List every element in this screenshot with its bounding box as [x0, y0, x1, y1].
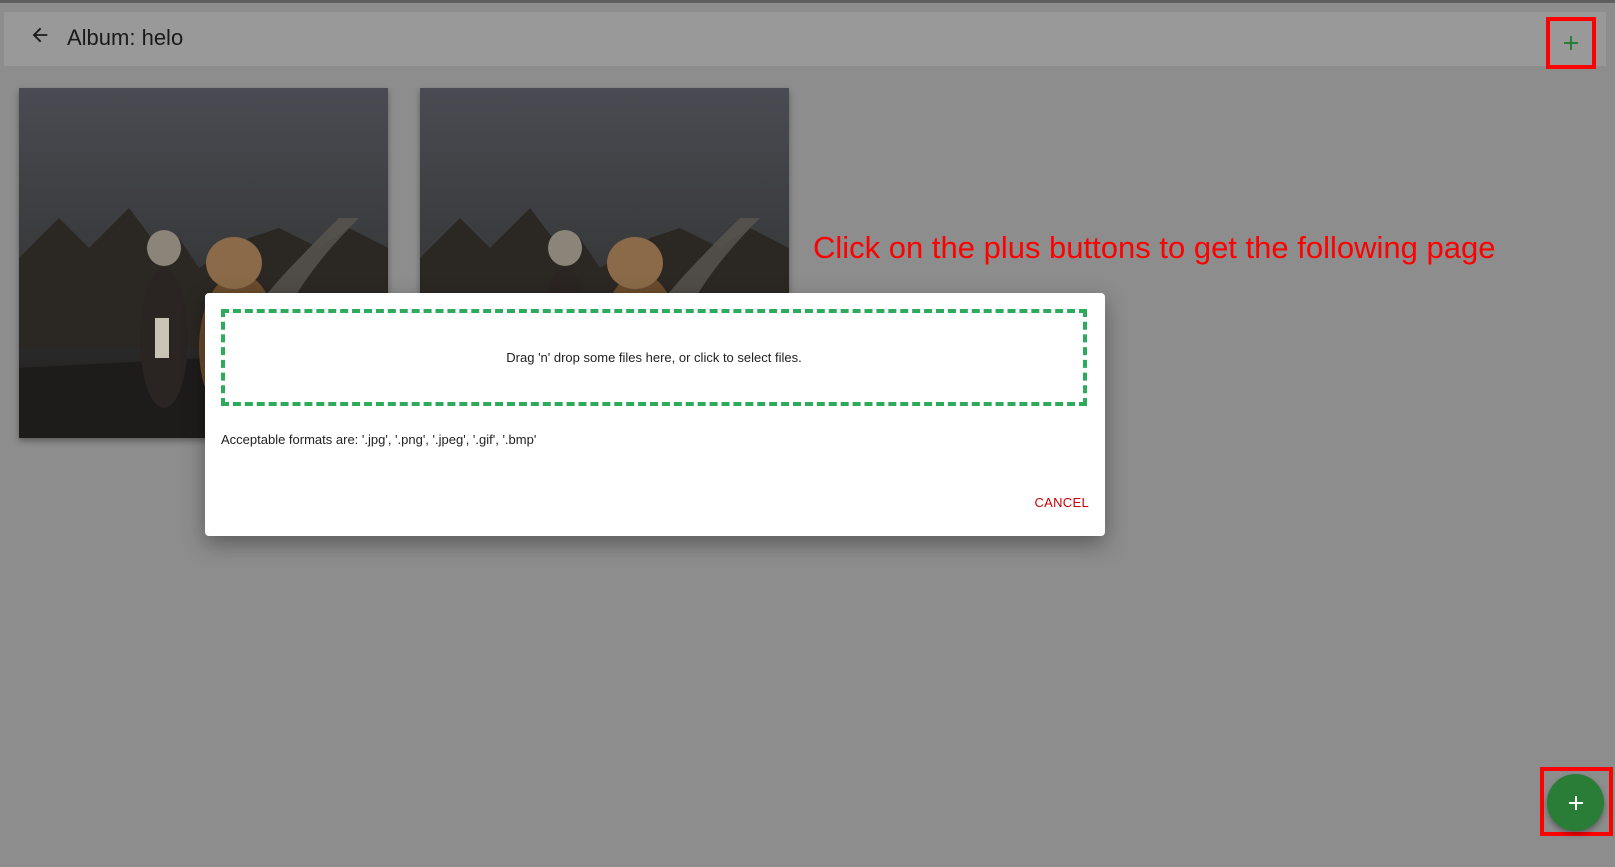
arrow-left-icon: [32, 27, 48, 43]
app-bar: [4, 12, 1606, 66]
plus-icon: [1564, 36, 1578, 50]
instruction-annotation: Click on the plus buttons to get the fol…: [813, 230, 1496, 265]
page-title: Album: helo: [67, 25, 184, 50]
cancel-button[interactable]: CANCEL: [1034, 495, 1089, 510]
file-dropzone[interactable]: Drag 'n' drop some files here, or click …: [221, 309, 1087, 406]
acceptable-formats-text: Acceptable formats are: '.jpg', '.png', …: [221, 432, 537, 447]
back-button[interactable]: [22, 17, 58, 53]
plus-icon: [1568, 795, 1583, 810]
add-floating-action-button[interactable]: [1547, 774, 1604, 831]
add-photo-button[interactable]: [1546, 17, 1596, 69]
upload-dialog: Drag 'n' drop some files here, or click …: [205, 293, 1105, 536]
dropzone-text: Drag 'n' drop some files here, or click …: [506, 350, 802, 365]
window-top-edge: [0, 0, 1615, 3]
